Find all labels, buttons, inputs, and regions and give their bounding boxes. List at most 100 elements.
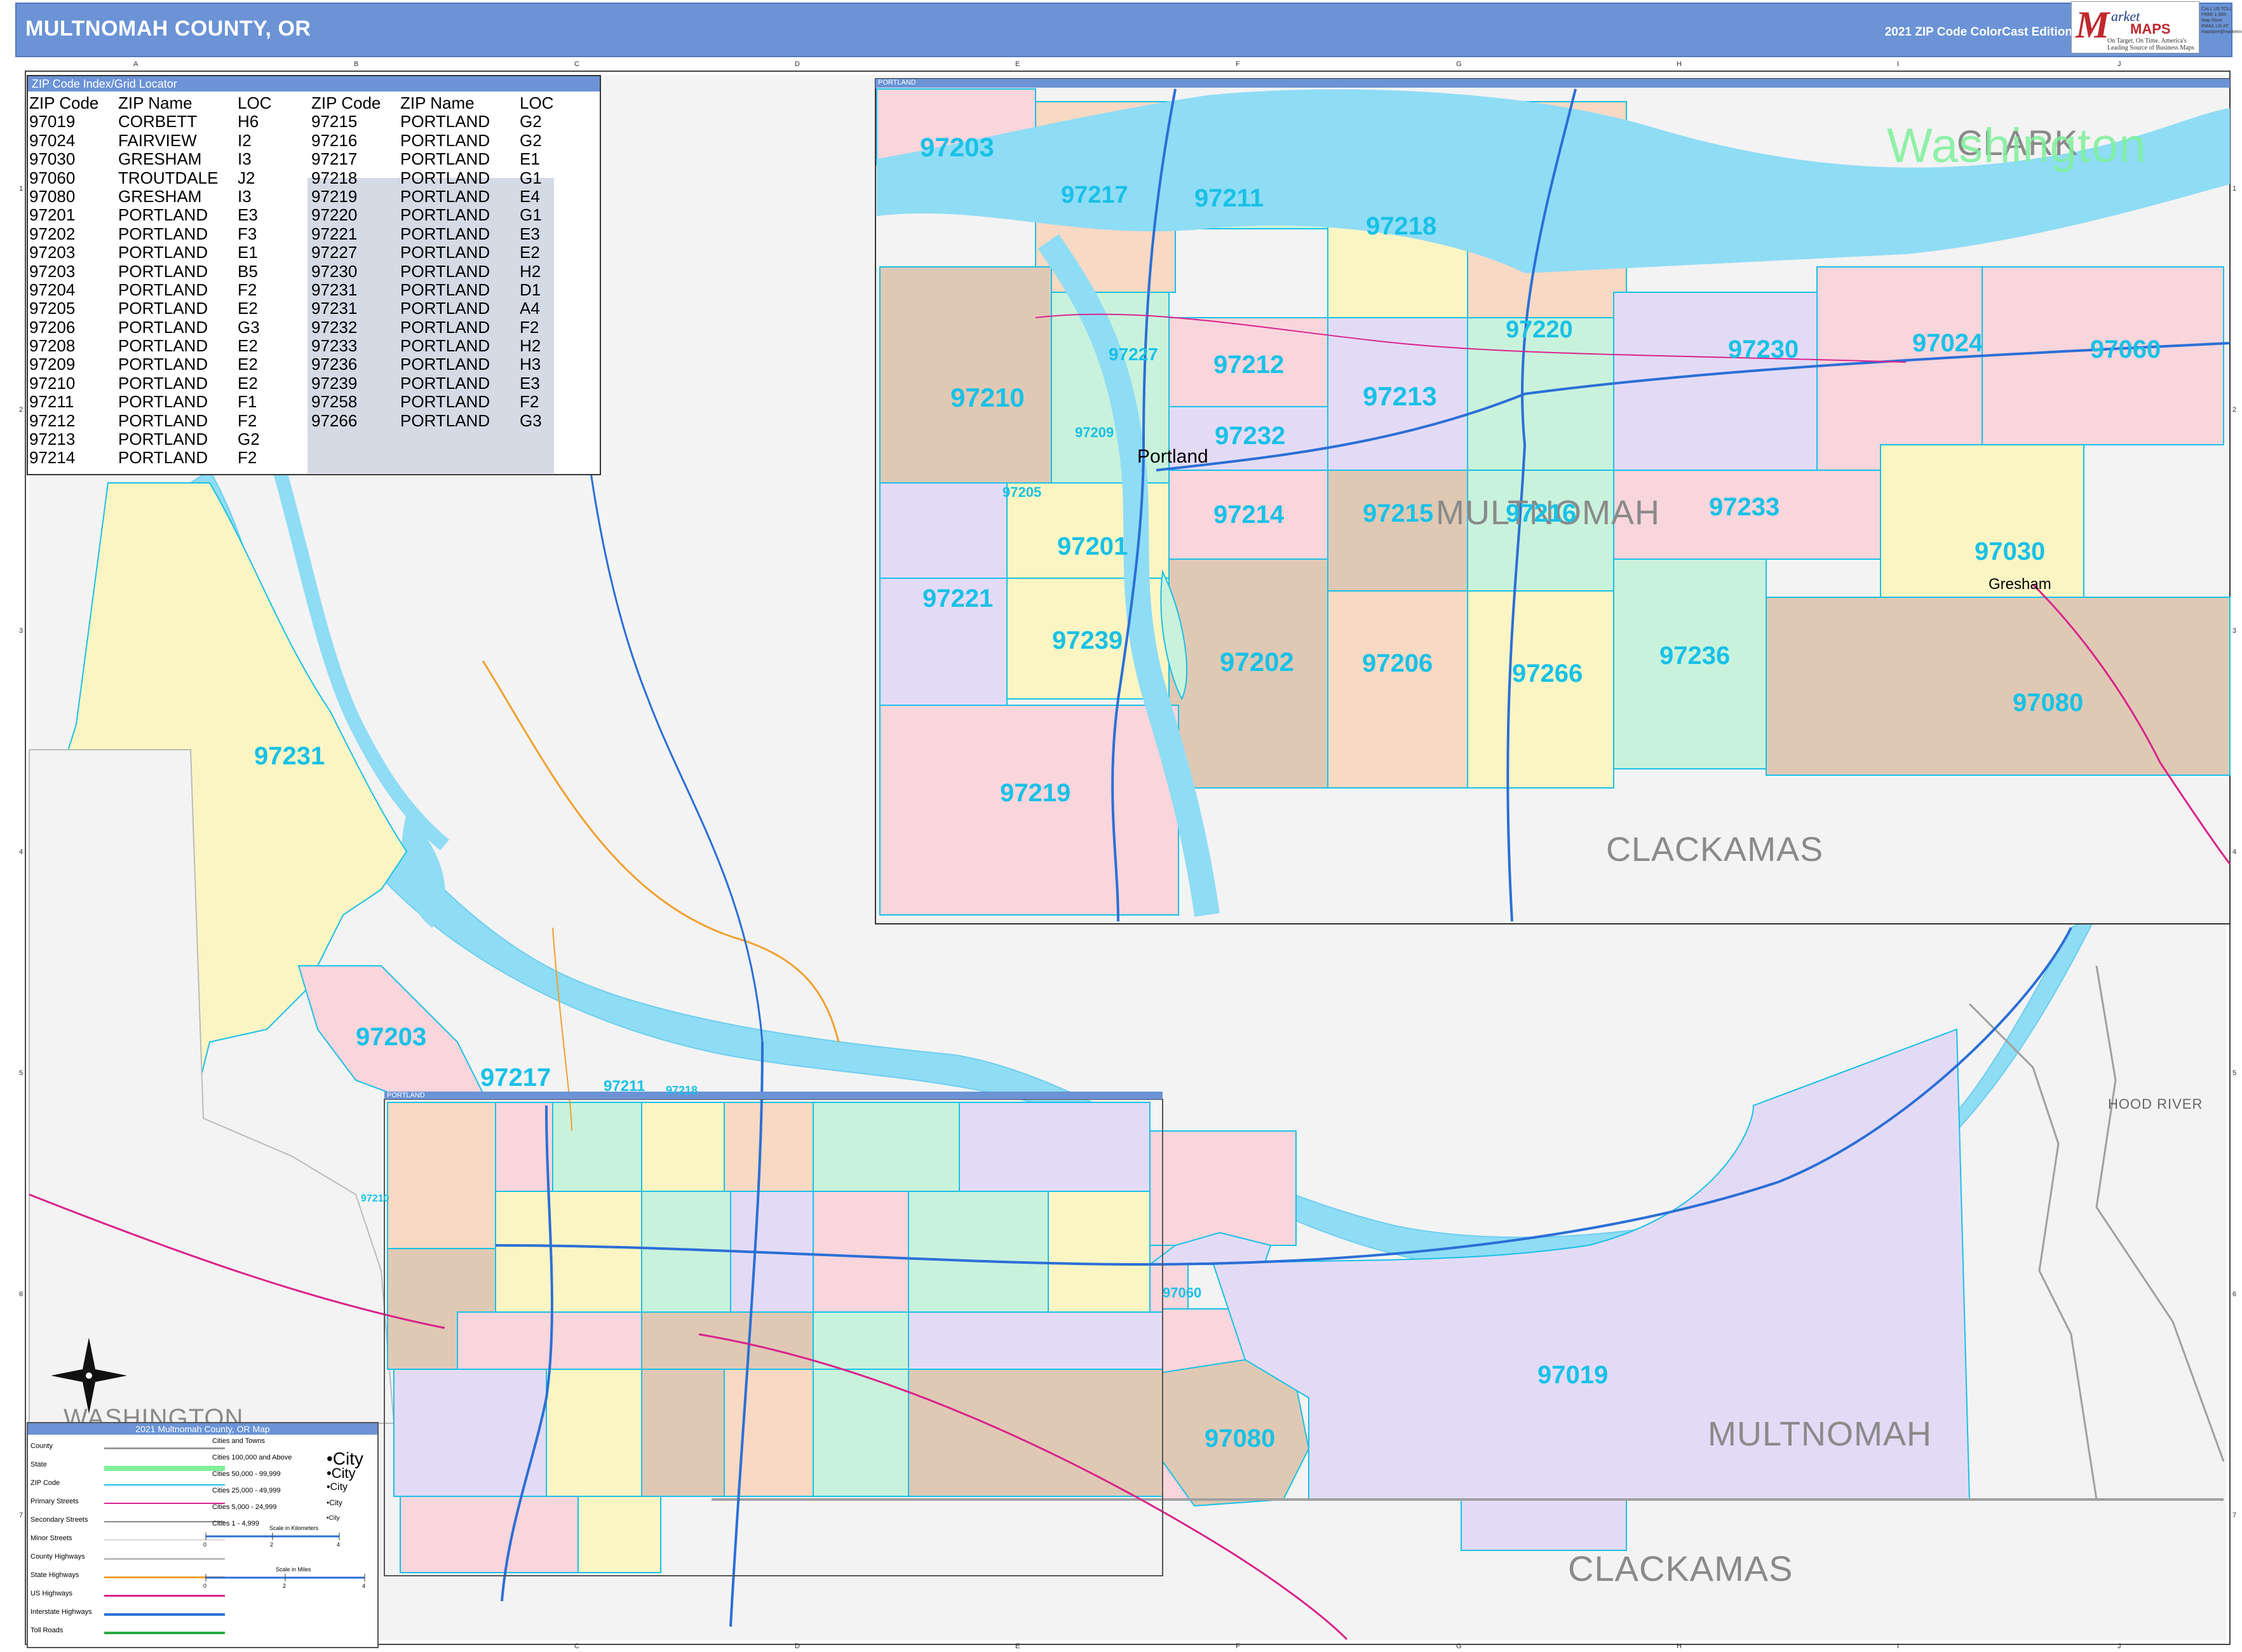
main-inset-title: PORTLAND bbox=[387, 1092, 425, 1099]
zip-label-main-97019: 97019 bbox=[1537, 1361, 1609, 1389]
loc-cell: E2 bbox=[238, 373, 258, 393]
map-legend: 2021 Multnomah County, OR Map County Stat… bbox=[27, 1422, 379, 1648]
grid-column-label: I bbox=[1897, 60, 1899, 68]
city-label-portland: Portland bbox=[1137, 446, 1208, 467]
loc-cell: H3 bbox=[520, 355, 541, 374]
grid-column-label: D bbox=[795, 1642, 800, 1650]
zip-label-97233: 97233 bbox=[1709, 493, 1780, 521]
loc-cell: F2 bbox=[238, 448, 257, 468]
zip-index-row: 97266 PORTLAND G3 bbox=[311, 411, 577, 430]
zip-code-cell: 97231 bbox=[311, 299, 358, 318]
zip-label-main-97217: 97217 bbox=[480, 1064, 551, 1092]
zip-index-row: 97218 PORTLAND G1 bbox=[311, 168, 577, 187]
zip-name-cell: PORTLAND bbox=[118, 430, 208, 449]
zip-name-cell: PORTLAND bbox=[400, 243, 490, 262]
zip-index-row: 97236 PORTLAND H3 bbox=[311, 355, 577, 374]
zip-name-cell: PORTLAND bbox=[400, 317, 490, 337]
zip-index-row: 97231 PORTLAND A4 bbox=[311, 299, 577, 318]
zip-index-row: 97211 PORTLAND F1 bbox=[29, 392, 295, 411]
zip-index-column-header: LOC bbox=[520, 93, 554, 112]
loc-cell: F2 bbox=[520, 392, 539, 412]
zip-name-cell: PORTLAND bbox=[400, 112, 490, 132]
zip-label-97060: 97060 bbox=[2090, 335, 2161, 363]
grid-column-label: I bbox=[1897, 1642, 1899, 1650]
zip-label-97080: 97080 bbox=[2013, 689, 2084, 717]
zip-label-97201: 97201 bbox=[1057, 532, 1128, 560]
zip-index-row: 97205 PORTLAND E2 bbox=[29, 299, 295, 318]
county-label-clackamas-main: CLACKAMAS bbox=[1568, 1548, 1793, 1588]
zip-label-97024: 97024 bbox=[1912, 329, 1983, 357]
grid-column-label: A bbox=[133, 60, 138, 68]
zip-code-cell: 97024 bbox=[29, 130, 76, 150]
zip-code-cell: 97204 bbox=[29, 280, 76, 299]
zip-index-row: 97203 PORTLAND E1 bbox=[29, 243, 295, 262]
legend-tick-mi-0: 0 bbox=[203, 1583, 207, 1589]
zip-code-cell: 97209 bbox=[29, 355, 76, 374]
loc-cell: E3 bbox=[520, 373, 540, 393]
loc-cell: G1 bbox=[520, 168, 542, 187]
grid-column-label: F bbox=[1236, 1642, 1240, 1650]
zip-code-cell: 97203 bbox=[29, 261, 76, 281]
legend-tick-km-0: 0 bbox=[203, 1541, 207, 1548]
zip-label-97030: 97030 bbox=[1975, 538, 2046, 565]
grid-row-label: 6 bbox=[2232, 1290, 2236, 1298]
grid-column-label: J bbox=[2117, 60, 2121, 68]
zip-index-row: 97230 PORTLAND H2 bbox=[311, 262, 577, 281]
legend-tick-mi-2: 2 bbox=[283, 1583, 287, 1589]
zip-label-97220: 97220 bbox=[1506, 316, 1573, 343]
zip-code-cell: 97212 bbox=[29, 410, 76, 430]
grid-column-label: C bbox=[574, 60, 579, 68]
zip-index-row: 97219 PORTLAND E4 bbox=[311, 187, 577, 206]
zip-code-cell: 97227 bbox=[311, 243, 358, 262]
loc-cell: I3 bbox=[238, 186, 252, 206]
zip-label-97230: 97230 bbox=[1728, 335, 1799, 363]
zip-code-cell: 97231 bbox=[311, 280, 358, 299]
zip-index-header-row: ZIP Code ZIP Name LOC bbox=[311, 93, 577, 112]
county-label-clackamas-inset: CLACKAMAS bbox=[1606, 830, 1824, 869]
zip-index-row: 97202 PORTLAND F3 bbox=[29, 224, 295, 243]
grid-row-label: 4 bbox=[2232, 848, 2236, 856]
grid-row-label: 7 bbox=[2232, 1512, 2236, 1519]
loc-cell: E1 bbox=[520, 149, 540, 169]
zip-index-left-column: ZIP Code ZIP Name LOC 97019 CORBETT H6 97024 FA… bbox=[29, 93, 295, 468]
zip-label-97217: 97217 bbox=[1061, 182, 1128, 208]
grid-column-label: C bbox=[574, 1642, 579, 1650]
zip-label-97215: 97215 bbox=[1363, 499, 1434, 527]
zip-label-main-97060: 97060 bbox=[1163, 1285, 1202, 1301]
grid-row-label: 5 bbox=[2232, 1069, 2236, 1077]
zip-code-cell: 97217 bbox=[311, 149, 358, 169]
zip-label-97203: 97203 bbox=[920, 132, 994, 162]
zip-name-cell: PORTLAND bbox=[400, 392, 490, 412]
grid-row-label: 5 bbox=[19, 1069, 23, 1077]
zip-index-row: 97030 GRESHAM I3 bbox=[29, 149, 295, 168]
zip-name-cell: PORTLAND bbox=[400, 261, 490, 281]
legend-scale-bars bbox=[205, 1533, 365, 1581]
loc-cell: A4 bbox=[520, 299, 540, 318]
zip-code-cell: 97060 bbox=[29, 168, 76, 187]
zip-label-97216: 97216 bbox=[1506, 499, 1577, 527]
county-label-multnomah-main: MULTNOMAH bbox=[1708, 1415, 1932, 1453]
zip-index-column-header: ZIP Code bbox=[29, 93, 99, 112]
loc-cell: G2 bbox=[238, 430, 260, 449]
grid-row-label: 1 bbox=[2232, 185, 2236, 193]
zip-index-title: ZIP Code Index/Grid Locator bbox=[28, 76, 600, 91]
zip-name-cell: PORTLAND bbox=[118, 261, 208, 281]
grid-column-label: G bbox=[1456, 60, 1462, 68]
zip-index-row: 97216 PORTLAND G2 bbox=[311, 130, 577, 150]
zip-label-97218: 97218 bbox=[1366, 212, 1437, 240]
zip-label-97266: 97266 bbox=[1512, 660, 1583, 687]
main-inset-header: PORTLAND bbox=[384, 1092, 1163, 1099]
zip-index-column-header: ZIP Name bbox=[400, 93, 475, 112]
zip-code-cell: 97218 bbox=[311, 168, 358, 187]
zip-code-cell: 97216 bbox=[311, 130, 358, 150]
legend-tick-km-4: 4 bbox=[337, 1541, 341, 1548]
grid-row-label: 6 bbox=[19, 1290, 23, 1298]
zip-index-column-header: LOC bbox=[238, 93, 272, 112]
zip-code-cell: 97080 bbox=[29, 186, 76, 206]
loc-cell: E2 bbox=[520, 243, 540, 262]
zip-label-97232: 97232 bbox=[1215, 422, 1286, 450]
loc-cell: E1 bbox=[238, 243, 258, 262]
zip-label-97239: 97239 bbox=[1052, 626, 1123, 654]
zip-code-cell: 97236 bbox=[311, 355, 358, 374]
zip-name-cell: PORTLAND bbox=[118, 205, 208, 225]
